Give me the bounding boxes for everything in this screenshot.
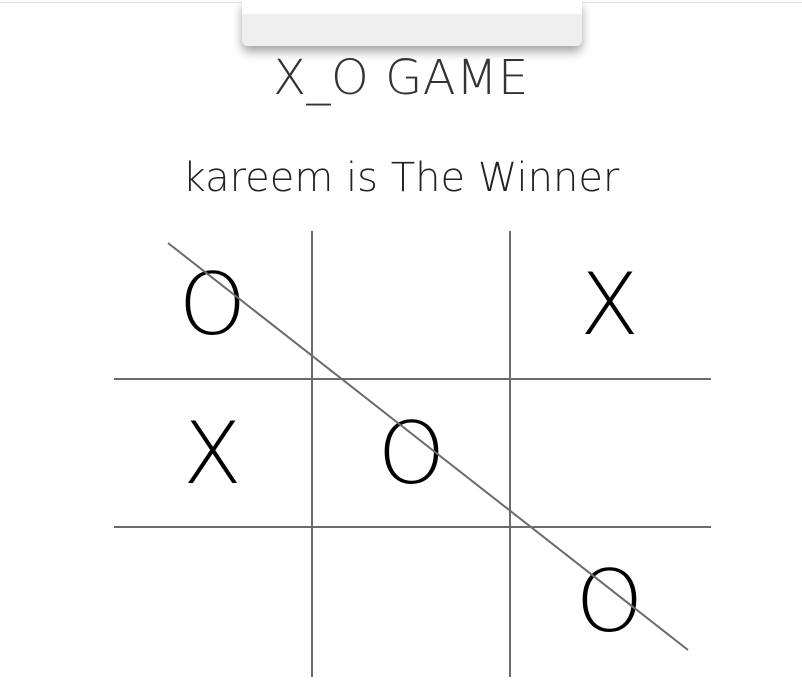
- board-cell-7[interactable]: [114, 528, 311, 675]
- board-cell-4[interactable]: X: [114, 380, 311, 527]
- notification-popup: [242, 0, 582, 46]
- game-page: X_O GAME kareem is The Winner O X X O O: [0, 0, 802, 682]
- game-title: X_O GAME: [273, 50, 529, 106]
- board-cell-2[interactable]: [313, 231, 510, 378]
- winner-message: kareem is The Winner: [182, 155, 620, 201]
- board-cell-9[interactable]: O: [511, 528, 708, 675]
- game-board: O X X O O: [114, 231, 711, 677]
- board-cell-6[interactable]: [511, 380, 708, 527]
- notification-bar: [242, 14, 582, 46]
- board-cell-3[interactable]: X: [511, 231, 708, 378]
- board-cell-5[interactable]: O: [313, 380, 510, 527]
- board-cell-8[interactable]: [313, 528, 510, 675]
- board-cell-1[interactable]: O: [114, 231, 311, 378]
